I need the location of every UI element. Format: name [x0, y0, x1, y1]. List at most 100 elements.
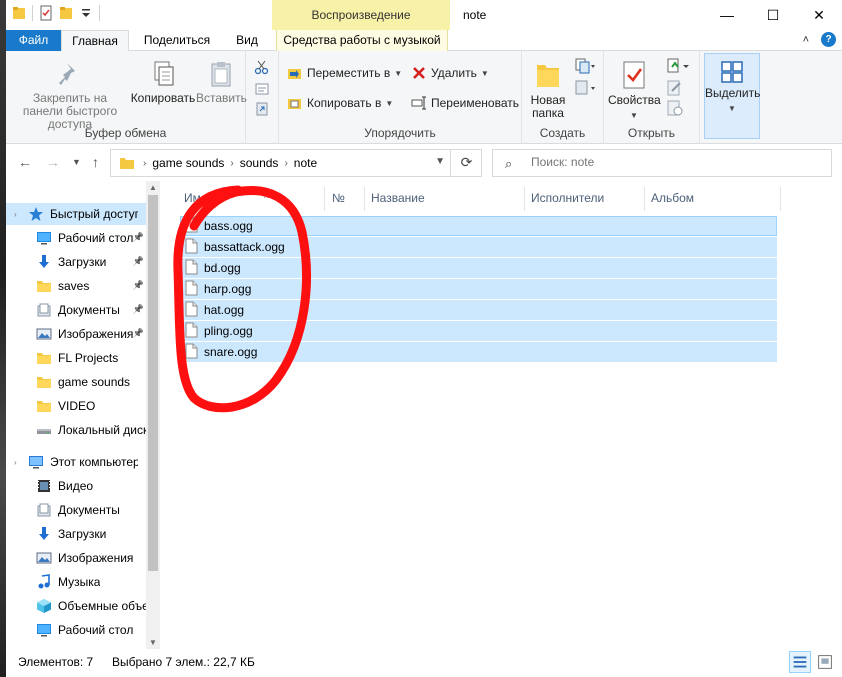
copy-to-button[interactable]: Копировать в ▼: [287, 95, 393, 111]
refresh-button[interactable]: ⟳: [450, 149, 482, 177]
close-button[interactable]: ✕: [796, 0, 842, 30]
tab-music-tools[interactable]: Средства работы с музыкой: [276, 30, 448, 51]
breadcrumb-item[interactable]: sounds: [240, 156, 279, 170]
file-row[interactable]: pling.ogg: [180, 321, 777, 341]
nav-item-label: Быстрый доступ: [50, 207, 138, 221]
scroll-up-arrow-icon[interactable]: ▲: [149, 183, 157, 192]
file-row[interactable]: snare.ogg: [180, 342, 777, 362]
nav-quick-item[interactable]: FL Projects: [6, 347, 146, 369]
file-row[interactable]: harp.ogg: [180, 279, 777, 299]
tab-file[interactable]: Файл: [6, 30, 61, 51]
nav-item-label: Изображения: [58, 551, 134, 565]
nav-item-label: Изображения: [58, 327, 134, 341]
nav-pc-item[interactable]: Рабочий стол: [6, 619, 146, 641]
breadcrumb-item[interactable]: game sounds: [152, 156, 224, 170]
minimize-button[interactable]: —: [704, 0, 750, 30]
chevron-right-icon[interactable]: ›: [230, 158, 233, 169]
column-header-album[interactable]: Альбом: [651, 187, 761, 209]
properties-label: Свойства: [608, 93, 661, 107]
edit-icon[interactable]: [666, 79, 684, 97]
expand-chevron-icon[interactable]: ›: [14, 210, 17, 219]
folder-icon: [36, 350, 52, 366]
column-divider[interactable]: [364, 187, 365, 211]
address-bar[interactable]: › game sounds › sounds › note ▼: [110, 149, 482, 177]
select-group[interactable]: Выделить ▼: [704, 53, 760, 139]
column-divider[interactable]: [524, 187, 525, 211]
tab-share[interactable]: Поделиться: [137, 30, 217, 51]
nav-scrollbar[interactable]: ▲ ▼: [146, 181, 160, 649]
move-to-button[interactable]: Переместить в ▼: [287, 65, 402, 81]
file-row[interactable]: bassattack.ogg: [180, 237, 777, 257]
recent-dropdown-icon[interactable]: ▼: [72, 157, 81, 167]
column-divider[interactable]: [780, 187, 781, 211]
documents-icon: [36, 302, 52, 318]
column-divider[interactable]: [324, 187, 325, 211]
nav-quick-item[interactable]: VIDEO: [6, 395, 146, 417]
column-header-name[interactable]: Им ^: [184, 187, 324, 209]
cut-icon[interactable]: [254, 59, 270, 75]
nav-quick-item[interactable]: game sounds: [6, 371, 146, 393]
nav-pc-item[interactable]: Документы: [6, 499, 146, 521]
search-input[interactable]: [531, 155, 821, 169]
details-view-icon[interactable]: [789, 651, 811, 673]
folder-icon: [13, 7, 25, 19]
nav-pc-item[interactable]: Изображения: [6, 547, 146, 569]
column-header-artists[interactable]: Исполнители: [531, 187, 641, 209]
nav-quick-access[interactable]: › Быстрый доступ: [6, 203, 146, 225]
file-row[interactable]: bass.ogg: [180, 216, 777, 236]
easy-access-icon[interactable]: [574, 79, 596, 97]
nav-pc-item[interactable]: Музыка: [6, 571, 146, 593]
nav-this-pc[interactable]: › Этот компьютер: [6, 451, 146, 473]
column-header-title[interactable]: Название: [371, 187, 521, 209]
desktop-icon: [36, 622, 52, 638]
nav-pc-item[interactable]: Загрузки: [6, 523, 146, 545]
nav-quick-item[interactable]: Изображения 📌: [6, 323, 146, 345]
properties-button[interactable]: Свойства ▼: [608, 59, 661, 122]
scroll-down-arrow-icon[interactable]: ▼: [149, 638, 157, 647]
large-icons-view-icon[interactable]: [814, 651, 836, 673]
new-item-icon[interactable]: [574, 57, 596, 75]
chevron-right-icon[interactable]: ›: [284, 158, 287, 169]
nav-quick-item[interactable]: Документы 📌: [6, 299, 146, 321]
nav-quick-item[interactable]: saves 📌: [6, 275, 146, 297]
tab-home[interactable]: Главная: [61, 30, 129, 52]
properties-icon[interactable]: [39, 5, 53, 21]
nav-quick-item[interactable]: Локальный диск: [6, 419, 146, 441]
forward-arrow-icon[interactable]: →: [46, 154, 60, 170]
folder-icon: [36, 374, 52, 390]
organize-group-label: Упорядочить: [364, 126, 436, 140]
history-icon[interactable]: [666, 99, 684, 117]
expand-chevron-icon[interactable]: ›: [14, 458, 17, 467]
help-icon[interactable]: ?: [821, 32, 836, 47]
delete-button[interactable]: Удалить ▼: [411, 65, 489, 81]
copy-path-icon[interactable]: [254, 81, 270, 97]
tab-view[interactable]: Вид: [228, 30, 266, 51]
new-folder-button[interactable]: Новая папка: [526, 59, 570, 120]
paste-button[interactable]: Вставить: [196, 59, 247, 105]
breadcrumb-item[interactable]: note: [294, 156, 317, 170]
customize-dropdown-icon[interactable]: [79, 5, 93, 21]
address-dropdown-icon[interactable]: ▼: [435, 156, 445, 167]
collapse-ribbon-button[interactable]: ˄: [803, 34, 809, 46]
select-button[interactable]: Выделить ▼: [705, 60, 760, 115]
copy-button[interactable]: Копировать: [130, 59, 196, 105]
title-bar: Воспроизведение note — ☐ ✕: [6, 0, 842, 30]
file-row[interactable]: hat.ogg: [180, 300, 777, 320]
nav-pc-item[interactable]: Видео: [6, 475, 146, 497]
column-divider[interactable]: [644, 187, 645, 211]
rename-button[interactable]: Переименовать: [411, 95, 519, 111]
pin-quick-access-button[interactable]: Закрепить на панели быстрого доступа: [12, 59, 128, 131]
back-arrow-icon[interactable]: ←: [18, 154, 32, 170]
search-box[interactable]: ⌕: [492, 149, 832, 177]
up-arrow-icon[interactable]: ↑: [92, 154, 99, 170]
column-header-number[interactable]: №: [332, 187, 362, 209]
scrollbar-thumb[interactable]: [148, 195, 158, 571]
maximize-button[interactable]: ☐: [750, 0, 796, 30]
nav-pc-item[interactable]: Объемные объекты: [6, 595, 146, 617]
nav-quick-item[interactable]: Загрузки 📌: [6, 251, 146, 273]
nav-quick-item[interactable]: Рабочий стол 📌: [6, 227, 146, 249]
file-row[interactable]: bd.ogg: [180, 258, 777, 278]
open-icon[interactable]: [666, 57, 692, 75]
new-folder-icon[interactable]: [59, 5, 73, 21]
paste-shortcut-icon[interactable]: [254, 101, 270, 117]
